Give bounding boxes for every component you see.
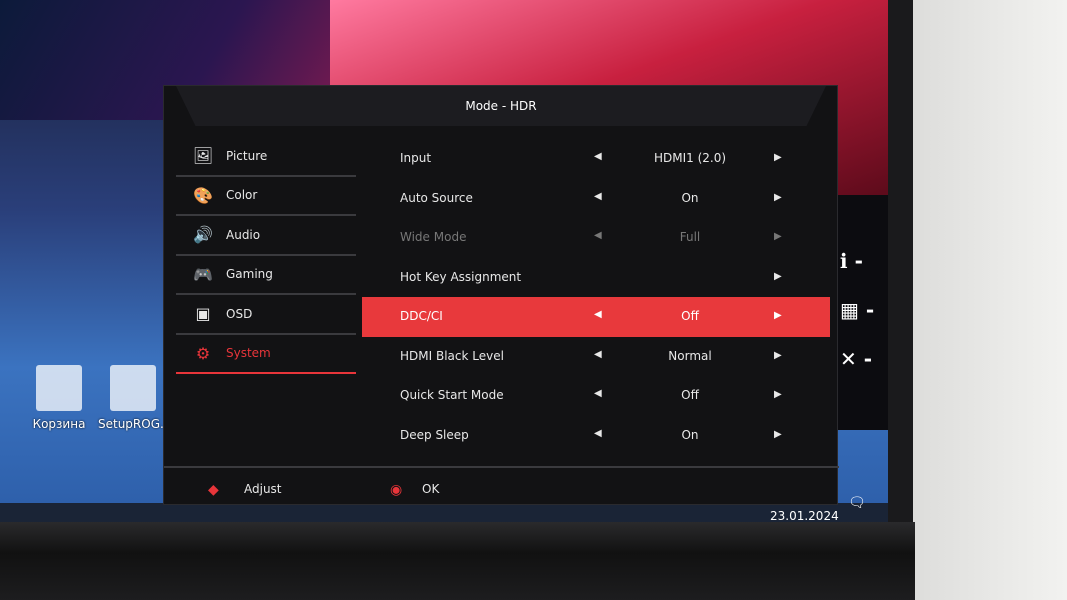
gamepad-icon: 🎮 (193, 264, 213, 284)
menu-item-osd[interactable]: ▣ OSD (176, 295, 356, 335)
menu-item-label: Audio (226, 227, 261, 242)
osd-category-menu: 🖼 Picture 🎨 Color 🔊 Audio 🎮 Gaming ▣ OSD ⚙ System (176, 137, 356, 374)
setting-row-input[interactable]: Input ◀ HDMI1 (2.0) ▶ (362, 139, 830, 179)
arrow-left-icon[interactable]: ◀ (594, 349, 602, 360)
setting-value: On (681, 427, 699, 442)
palette-icon: 🎨 (193, 185, 213, 205)
menu-item-label: Gaming (226, 267, 273, 282)
dpad-adjust-icon: ◆ (208, 482, 219, 498)
arrow-right-icon[interactable]: ▶ (774, 231, 782, 242)
arrow-left-icon[interactable]: ◀ (594, 191, 602, 202)
menu-item-audio[interactable]: 🔊 Audio (176, 216, 356, 256)
menu-item-label: Color (226, 188, 258, 203)
arrow-right-icon[interactable]: ▶ (774, 350, 782, 361)
arrow-right-icon[interactable]: ▶ (774, 310, 782, 321)
notification-icon[interactable]: 🗨 (848, 495, 874, 519)
arrow-left-icon[interactable]: ◀ (594, 428, 602, 439)
setting-label: Wide Mode (400, 230, 467, 244)
menu-item-label: System (226, 346, 271, 361)
osd-settings-list: Input ◀ HDMI1 (2.0) ▶ Auto Source ◀ On ▶ Wide Mo… (362, 139, 830, 455)
monitor-bezel-right (888, 0, 913, 600)
picture-icon: 🖼 (192, 146, 214, 166)
arrow-left-icon[interactable]: ◀ (594, 230, 602, 241)
dpad-ok-icon: ◉ (390, 482, 403, 498)
osd-window-icon: ▣ (195, 304, 211, 324)
desktop-icon-recycle-bin[interactable]: Корзина (24, 365, 94, 431)
recycle-bin-icon (36, 365, 82, 411)
wall-background (905, 0, 1067, 600)
arrow-left-icon[interactable]: ◀ (594, 151, 602, 162)
setting-label: HDMI Black Level (400, 348, 504, 363)
close-icon[interactable]: ✕ - (840, 347, 890, 371)
menu-item-picture[interactable]: 🖼 Picture (176, 137, 356, 177)
arrow-right-icon[interactable]: ▶ (774, 429, 782, 440)
osd-menu: Mode - HDR 🖼 Picture 🎨 Color 🔊 Audio 🎮 Gaming ▣ O… (163, 85, 839, 506)
setting-label: DDC/CI (400, 309, 443, 323)
menu-item-color[interactable]: 🎨 Color (176, 177, 356, 216)
arrow-right-icon[interactable]: ▶ (774, 389, 782, 400)
setting-row-wide-mode[interactable]: Wide Mode ◀ Full ▶ (362, 218, 830, 258)
setting-label: Deep Sleep (400, 427, 469, 442)
grid-icon[interactable]: ▦ - (840, 298, 890, 322)
setting-row-deep-sleep[interactable]: Deep Sleep ◀ On ▶ (362, 416, 830, 456)
menu-item-gaming[interactable]: 🎮 Gaming (176, 256, 356, 295)
setting-row-hot-key-assignment[interactable]: Hot Key Assignment ▶ (362, 258, 830, 298)
osd-title: Mode - HDR (176, 86, 826, 126)
arrow-left-icon[interactable]: ◀ (594, 388, 602, 399)
monitor-bezel-bottom (0, 522, 915, 600)
desktop-icon-setup[interactable]: SetupROG... (98, 365, 171, 431)
speaker-icon: 🔊 (193, 225, 213, 245)
menu-item-label: Picture (226, 148, 268, 163)
setting-label: Input (400, 151, 432, 165)
taskbar-date: 23.01.2024 (770, 509, 839, 523)
setting-label: Quick Start Mode (400, 388, 504, 402)
setting-row-auto-source[interactable]: Auto Source ◀ On ▶ (362, 179, 830, 219)
osd-footer: ◆ Adjust ◉ OK (164, 466, 839, 506)
gear-icon: ⚙ (195, 343, 211, 363)
adjust-hint: Adjust (244, 482, 282, 496)
info-icon[interactable]: ℹ - (840, 249, 890, 273)
setting-value: Full (679, 230, 701, 244)
menu-item-system[interactable]: ⚙ System (176, 335, 356, 374)
arrow-right-icon[interactable]: ▶ (774, 271, 782, 282)
setting-row-ddc-ci[interactable]: DDC/CI ◀ Off ▶ (362, 297, 830, 337)
setting-value: Off (681, 309, 699, 323)
ok-hint: OK (422, 482, 440, 496)
setting-row-quick-start-mode[interactable]: Quick Start Mode ◀ Off ▶ (362, 376, 830, 416)
menu-item-label: OSD (226, 306, 253, 321)
setting-value: Normal (668, 348, 712, 363)
arrow-right-icon[interactable]: ▶ (774, 192, 782, 203)
setting-value: On (681, 190, 699, 205)
setting-value: HDMI1 (2.0) (653, 151, 727, 165)
setting-label: Auto Source (400, 190, 473, 205)
setting-value: Off (681, 388, 699, 402)
installer-icon (110, 365, 156, 411)
arrow-right-icon[interactable]: ▶ (774, 152, 782, 163)
setting-label: Hot Key Assignment (400, 269, 522, 284)
arrow-left-icon[interactable]: ◀ (594, 309, 602, 320)
setting-row-hdmi-black-level[interactable]: HDMI Black Level ◀ Normal ▶ (362, 337, 830, 377)
